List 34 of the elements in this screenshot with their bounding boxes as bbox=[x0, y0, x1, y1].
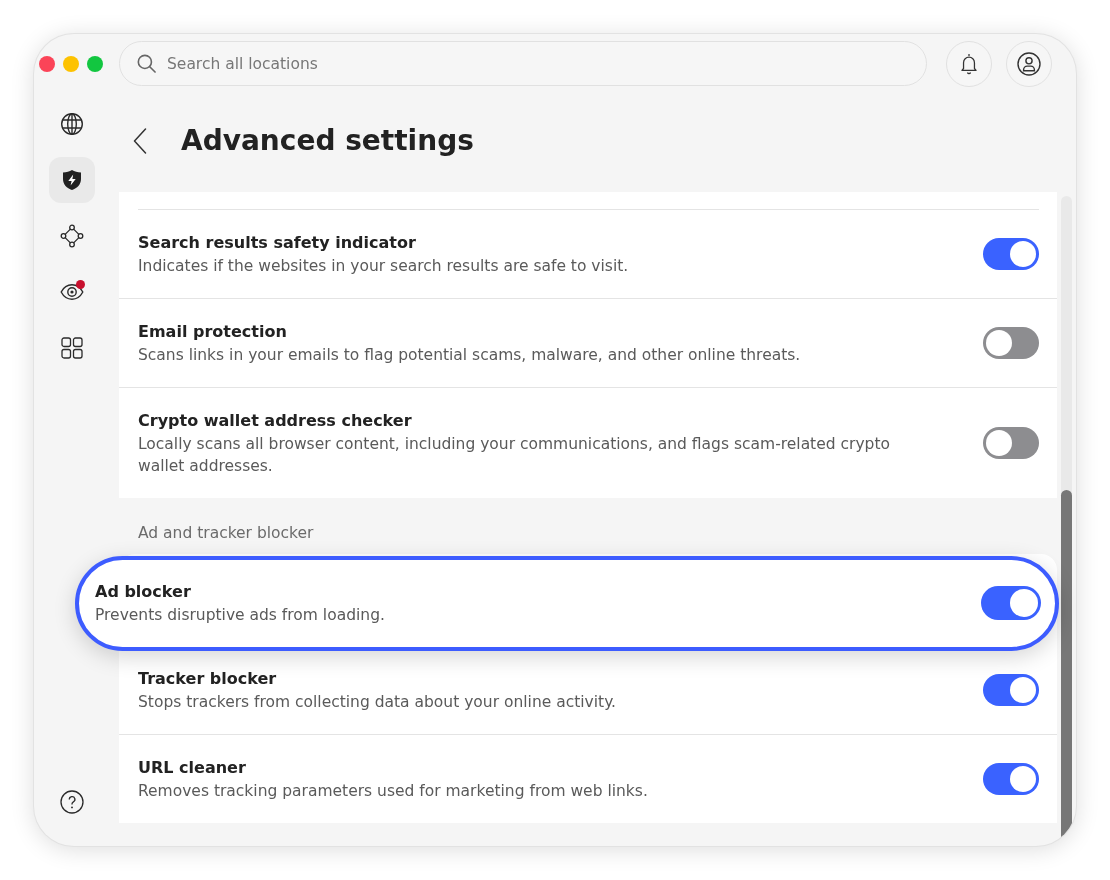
setting-description: Indicates if the websites in your search results are safe to visit. bbox=[138, 256, 629, 277]
network-icon bbox=[60, 224, 84, 248]
sidebar-item[interactable] bbox=[49, 157, 95, 203]
user-icon bbox=[1017, 51, 1041, 76]
toggle-switch[interactable] bbox=[983, 238, 1039, 270]
toggle-switch[interactable] bbox=[981, 586, 1041, 620]
setting-description: Locally scans all browser content, including your communications, and flags scam-related crypto wallet addresses. bbox=[138, 434, 891, 477]
section-heading: Ad and tracker blocker bbox=[138, 523, 315, 544]
close-button[interactable] bbox=[39, 55, 55, 72]
setting-description: Stops trackers from collecting data about your online activity. bbox=[138, 692, 617, 713]
notifications-button[interactable] bbox=[946, 40, 992, 87]
setting-title: Ad blocker bbox=[95, 581, 191, 603]
toggle-switch[interactable] bbox=[983, 427, 1039, 459]
globe-icon bbox=[60, 112, 84, 136]
setting-title: Search results safety indicator bbox=[138, 232, 416, 254]
search-icon bbox=[137, 54, 156, 73]
setting-title: Tracker blocker bbox=[138, 668, 277, 690]
bell-icon bbox=[959, 51, 979, 76]
setting-title: URL cleaner bbox=[138, 757, 246, 779]
toggle-switch[interactable] bbox=[983, 763, 1039, 795]
search-field[interactable]: Search all locations bbox=[119, 41, 927, 86]
chevron-left-icon bbox=[133, 128, 147, 154]
setting-title: Email protection bbox=[138, 321, 287, 343]
toggle-switch[interactable] bbox=[983, 327, 1039, 359]
page-title: Advanced settings bbox=[181, 123, 474, 159]
setting-title: Crypto wallet address checker bbox=[138, 410, 412, 432]
toggle-switch[interactable] bbox=[983, 674, 1039, 706]
setting-description: Prevents disruptive ads from loading. bbox=[95, 605, 385, 626]
help-icon bbox=[60, 790, 84, 814]
grid-icon bbox=[61, 337, 83, 359]
setting-description: Scans links in your emails to flag potential scams, malware, and other online threats. bbox=[138, 345, 801, 366]
account-button[interactable] bbox=[1006, 40, 1052, 87]
setting-description: Removes tracking parameters used for marketing from web links. bbox=[138, 781, 648, 802]
shield-icon bbox=[62, 169, 82, 191]
